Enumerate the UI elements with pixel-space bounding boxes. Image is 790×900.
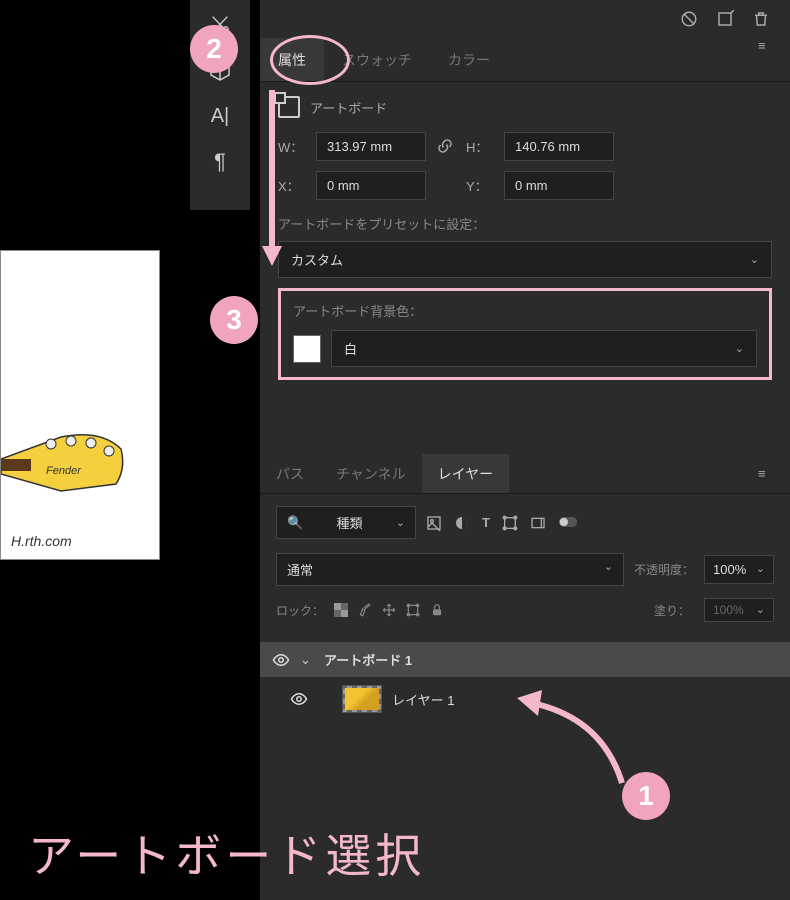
preset-label: アートボードをプリセットに設定： [278,214,772,233]
tab-color[interactable]: カラー [430,38,508,81]
filter-value: 種類 [336,513,362,532]
layers-panel: パス チャンネル レイヤー ≡ 🔍 種類 ⌄ T [260,454,790,721]
fill-select: 100% ⌄ [704,598,774,622]
bg-color-label: アートボード背景色： [293,301,757,320]
chevron-down-icon: ⌄ [604,560,613,579]
annotation-arrow-curve [512,688,632,788]
bg-color-swatch[interactable] [293,335,321,363]
properties-body: アートボード W： H： X： Y： アートボードをプリセットに設定： カスタム… [260,82,790,394]
annotation-badge-1: 1 [622,772,670,820]
text-filter-icon[interactable]: T [482,515,490,531]
bg-color-value: 白 [344,339,357,358]
preset-select[interactable]: カスタム ⌄ [278,241,772,278]
opacity-value: 100% [713,562,746,577]
filter-icons: T [426,515,578,531]
layers-tabs: パス チャンネル レイヤー ≡ [260,454,790,494]
height-input[interactable] [504,132,614,161]
lock-artboard-icon[interactable] [406,603,420,617]
visibility-icon[interactable] [272,651,290,669]
svg-text:Fender: Fender [46,465,82,477]
chevron-down-icon: ⌄ [750,253,759,266]
blend-value: 通常 [287,560,313,579]
chevron-down-icon: ⌄ [756,562,765,577]
layer-artboard-1[interactable]: ⌄ アートボード 1 [260,642,790,677]
y-label: Y： [466,176,494,195]
width-label: W： [278,137,306,156]
shape-filter-icon[interactable] [502,515,518,531]
trash-icon[interactable] [752,10,770,28]
opacity-label: 不透明度： [634,561,694,578]
y-input[interactable] [504,171,614,200]
preset-value: カスタム [291,250,343,269]
fill-label: 塗り： [654,602,690,619]
x-label: X： [278,176,306,195]
search-icon: 🔍 [287,515,303,531]
width-input[interactable] [316,132,426,161]
align-icon[interactable] [716,10,734,28]
panel-menu-icon[interactable]: ≡ [758,38,776,81]
annotation-circle [270,35,350,85]
lock-transparency-icon[interactable] [334,603,348,617]
annotation-badge-3: 3 [210,296,258,344]
artboard-label: アートボード [310,98,387,117]
expand-chevron-icon[interactable]: ⌄ [300,652,314,668]
bg-color-section: アートボード背景色： 白 ⌄ [278,288,772,380]
height-label: H： [466,137,494,156]
watermark-text: H.rth.com [11,533,72,549]
annotation-arrow-down [262,90,282,266]
lock-brush-icon[interactable] [358,603,372,617]
adjustment-filter-icon[interactable] [454,515,470,531]
link-icon[interactable] [436,137,456,157]
toggle-filter-icon[interactable] [558,515,578,531]
panel-menu-icon[interactable]: ≡ [758,466,776,481]
canvas-preview[interactable]: Fender H.rth.com [0,250,160,560]
layer-name: アートボード 1 [324,650,412,669]
fill-value: 100% [713,603,744,617]
smartobj-filter-icon[interactable] [530,515,546,531]
chevron-down-icon: ⌄ [396,516,405,529]
x-input[interactable] [316,171,426,200]
image-filter-icon[interactable] [426,515,442,531]
tab-paths[interactable]: パス [260,454,320,493]
lock-all-icon[interactable] [430,603,444,617]
annotation-text: アートボード選択 [28,820,425,886]
layer-thumbnail [342,685,382,713]
top-action-icons [680,10,770,28]
text-cursor-icon[interactable]: A| [206,102,234,130]
tab-layers[interactable]: レイヤー [422,454,510,493]
guitar-illustration: Fender [1,419,131,509]
no-entry-icon[interactable] [680,10,698,28]
blend-mode-select[interactable]: 通常 ⌄ [276,553,624,586]
bg-color-select[interactable]: 白 ⌄ [331,330,757,367]
layer-filter-select[interactable]: 🔍 種類 ⌄ [276,506,416,539]
annotation-badge-2: 2 [190,25,238,73]
opacity-select[interactable]: 100% ⌄ [704,555,774,584]
paragraph-icon[interactable]: ¶ [206,148,234,176]
layer-name: レイヤー 1 [392,690,454,709]
lock-label: ロック： [276,602,324,619]
visibility-icon[interactable] [290,690,308,708]
chevron-down-icon: ⌄ [735,342,744,355]
lock-move-icon[interactable] [382,603,396,617]
chevron-down-icon: ⌄ [756,603,765,617]
tab-channels[interactable]: チャンネル [320,454,422,493]
